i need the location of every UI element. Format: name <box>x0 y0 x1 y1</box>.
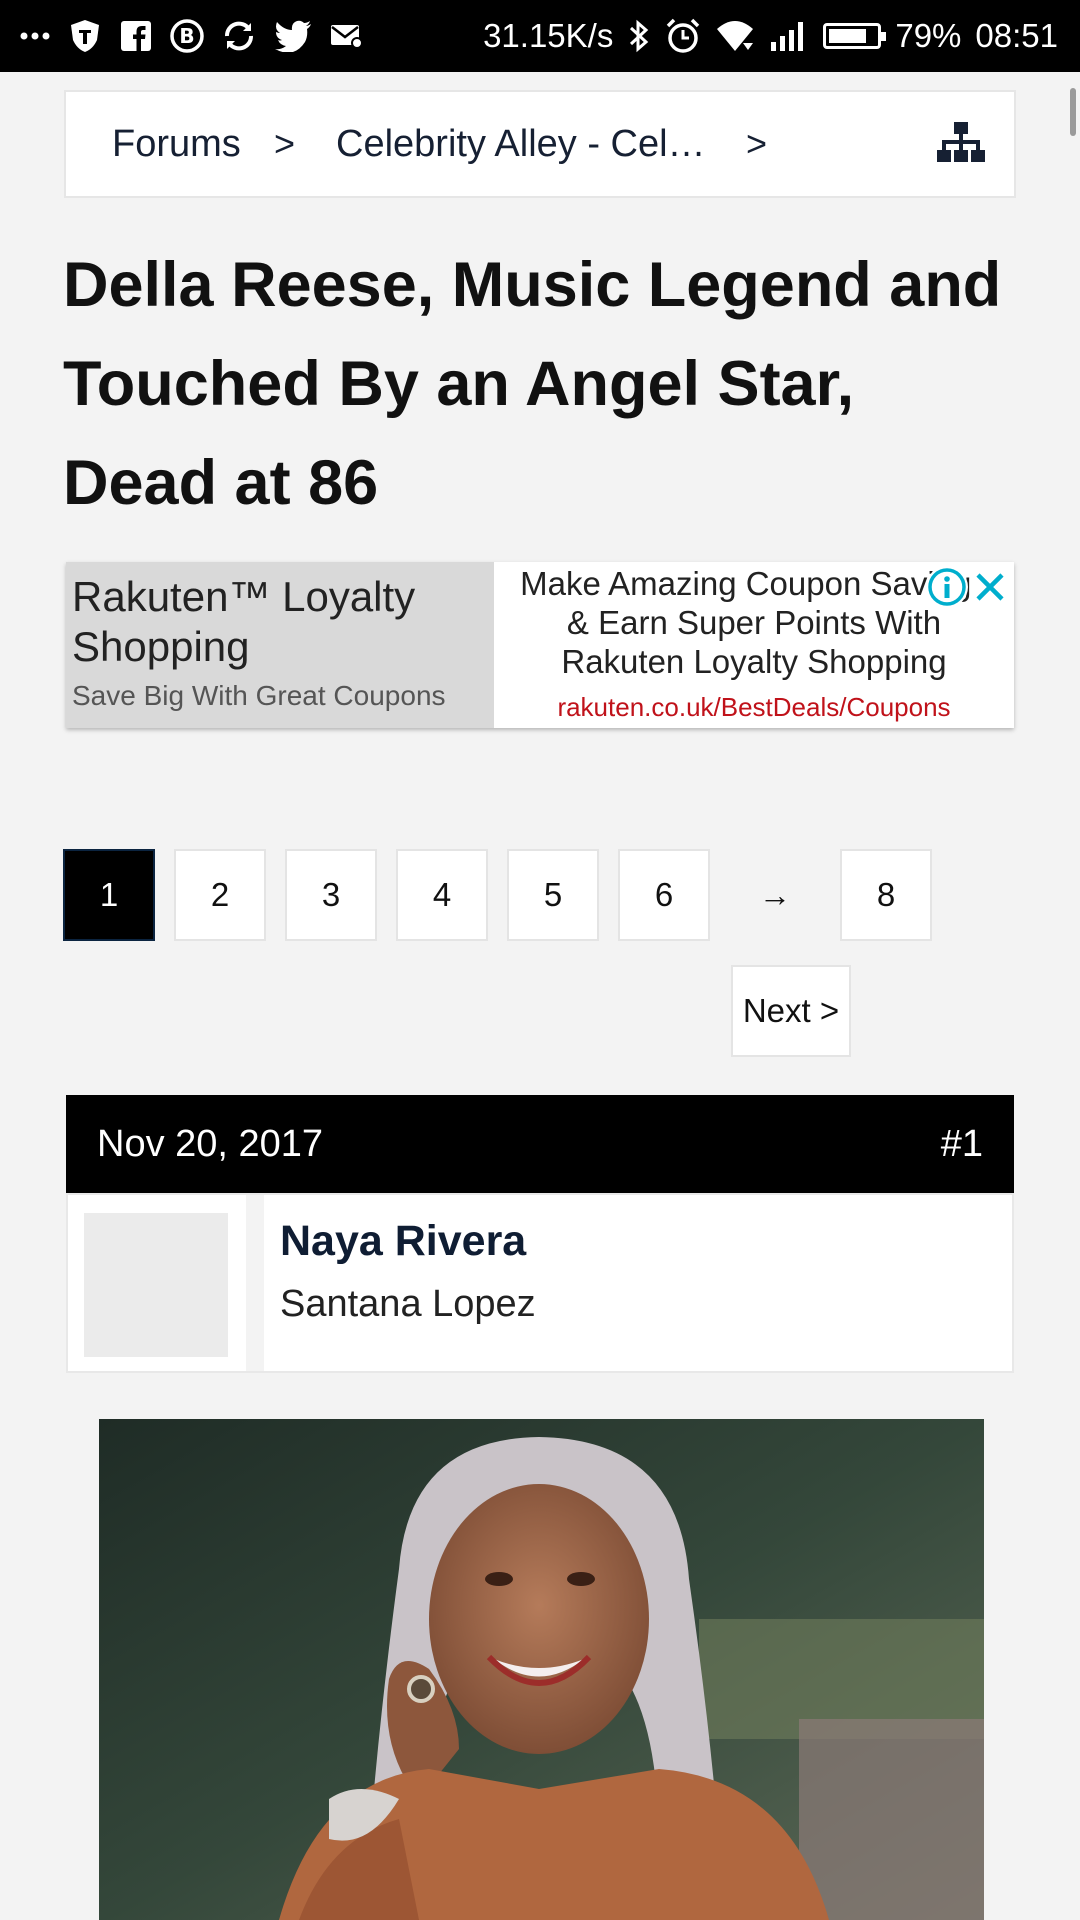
facebook-icon <box>120 16 152 56</box>
post-author-name[interactable]: Naya Rivera <box>280 1217 526 1266</box>
next-page-button[interactable]: Next > <box>731 965 851 1057</box>
post-header: Nov 20, 2017 #1 <box>66 1095 1014 1193</box>
shield-icon <box>68 16 102 56</box>
post-date[interactable]: Nov 20, 2017 <box>97 1095 323 1193</box>
alarm-icon <box>665 16 701 56</box>
close-icon[interactable] <box>970 566 1010 608</box>
svg-text:B: B <box>179 24 194 48</box>
breadcrumb: Forums > Celebrity Alley - Cel… > <box>64 90 1016 198</box>
scrollbar-thumb[interactable] <box>1070 88 1076 136</box>
status-bar: B 31.15K/s 79% 08:51 <box>0 0 1080 72</box>
ad-banner[interactable]: Rakuten™ Loyalty Shopping Save Big With … <box>66 562 1014 728</box>
ad-headline[interactable]: Rakuten™ Loyalty Shopping <box>72 572 482 672</box>
clock: 08:51 <box>975 17 1058 54</box>
page-1-button[interactable]: 1 <box>63 849 155 941</box>
post-number[interactable]: #1 <box>941 1095 983 1193</box>
battery-icon <box>823 16 887 56</box>
signal-icon <box>769 16 809 56</box>
bitcoin-icon: B <box>170 16 204 56</box>
page-gap-arrow[interactable]: → <box>729 849 821 941</box>
bluetooth-icon <box>627 16 651 56</box>
ad-subline[interactable]: Save Big With Great Coupons <box>72 680 446 712</box>
sitemap-icon[interactable] <box>936 120 986 168</box>
network-speed: 31.15K/s <box>483 17 614 54</box>
mail-icon <box>330 16 362 56</box>
sync-icon <box>222 16 256 56</box>
chevron-right-icon: > <box>274 123 296 164</box>
ad-left-panel[interactable]: Rakuten™ Loyalty Shopping Save Big With … <box>66 562 494 728</box>
avatar-cell <box>68 1195 264 1371</box>
post-author-title: Santana Lopez <box>280 1283 536 1325</box>
page-6-button[interactable]: 6 <box>618 849 710 941</box>
breadcrumb-celebrity-alley[interactable]: Celebrity Alley - Cel… <box>336 92 716 196</box>
page-5-button[interactable]: 5 <box>507 849 599 941</box>
page-3-button[interactable]: 3 <box>285 849 377 941</box>
page-2-button[interactable]: 2 <box>174 849 266 941</box>
page-4-button[interactable]: 4 <box>396 849 488 941</box>
thread-title: Della Reese, Music Legend and Touched By… <box>63 250 1002 518</box>
post-photo[interactable] <box>99 1419 984 1920</box>
page-8-button[interactable]: 8 <box>840 849 932 941</box>
battery-percent: 79% <box>895 17 962 54</box>
post-author-card: Naya Rivera Santana Lopez <box>66 1193 1014 1373</box>
avatar[interactable] <box>84 1213 228 1357</box>
ad-url[interactable]: rakuten.co.uk/BestDeals/Coupons <box>494 692 1014 723</box>
breadcrumb-forums[interactable]: Forums <box>112 92 241 196</box>
more-dots-icon <box>20 16 50 56</box>
info-icon[interactable] <box>926 566 968 608</box>
twitter-icon <box>274 16 312 56</box>
wifi-icon <box>715 16 755 56</box>
chevron-right-icon: > <box>746 123 768 164</box>
